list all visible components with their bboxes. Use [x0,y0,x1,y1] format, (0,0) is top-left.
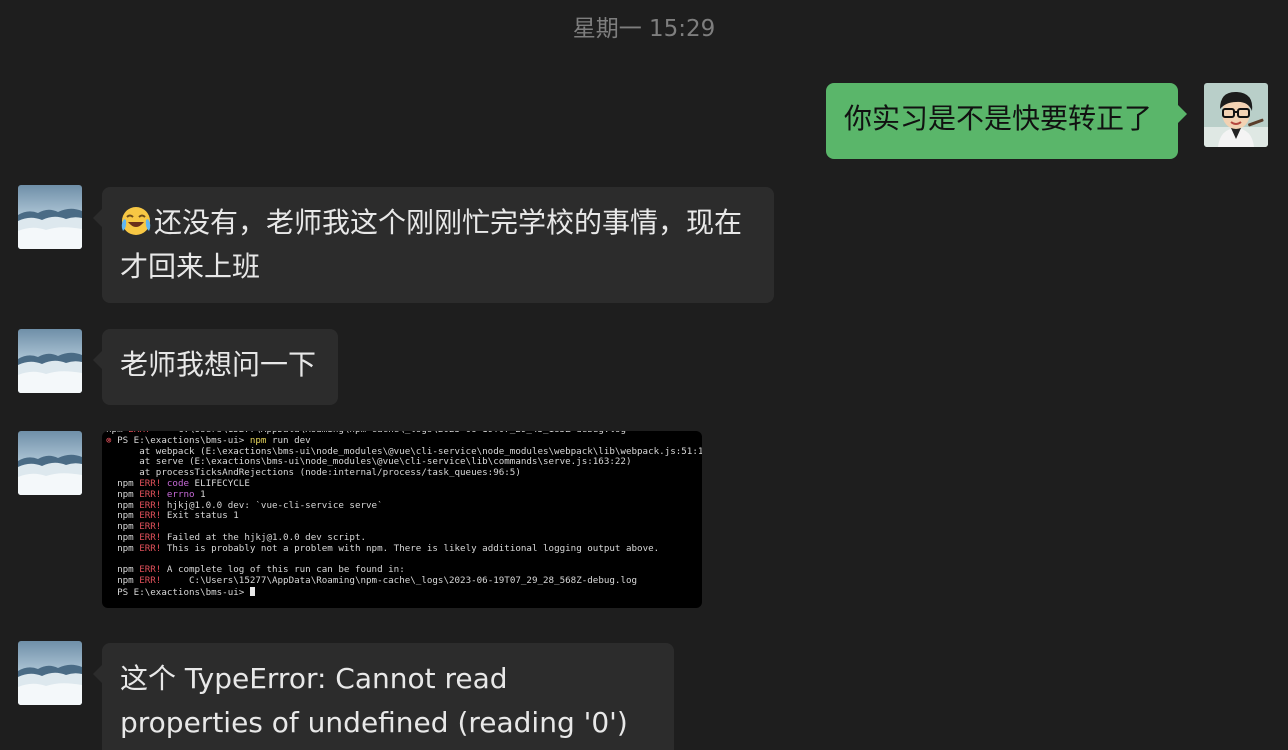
sea-of-clouds-icon [18,185,82,249]
terminal-line: at webpack (E:\exactions\bms-ui\node_mod… [106,447,702,458]
terminal-cursor [249,586,255,596]
terminal-prefix: npm [106,489,140,500]
terminal-rest: This is probably not a problem with npm.… [161,543,660,554]
terminal-rest: C:\Users\15277\AppData\Roaming\npm-cache… [150,431,626,435]
terminal-rest: ELIFECYCLE [189,478,250,489]
terminal-line: at serve (E:\exactions\bms-ui\node_modul… [106,457,702,468]
terminal-rest: at serve (E:\exactions\bms-ui\node_modul… [106,457,632,468]
terminal-key: errno [161,489,195,500]
message-bubble-incoming[interactable]: 老师我想问一下 [93,329,338,405]
terminal-line: npm ERR! errno 1 [106,490,702,501]
message-text: 你实习是不是快要转正了 [844,102,1153,135]
terminal-prefix: npm [106,543,140,554]
terminal-ps: PS E:\exactions\bms-ui> [111,435,250,446]
terminal-line: npm ERR! A complete log of this run can … [106,565,702,576]
terminal-rest: 1 [194,489,206,500]
terminal-line: npm ERR! Exit status 1 [106,511,702,522]
chat-window: 星期一 15:29 你实习是不是快要转正了 还没有，老师我这个刚刚忙完学校的事情… [0,0,1288,750]
contact-avatar[interactable] [18,185,82,249]
terminal-err: ERR! [139,565,162,576]
terminal-rest: PS E:\exactions\bms-ui> [106,586,250,598]
terminal-rest: at processTicksAndRejections (node:inter… [106,468,521,479]
terminal-prefix: npm [106,478,140,489]
terminal-err: ERR! [139,478,162,489]
terminal-prefix: npm [106,500,140,511]
terminal-line: npm ERR! [106,522,702,533]
message-text: 老师我想问一下 [120,348,317,381]
message-timestamp: 星期一 15:29 [572,16,716,42]
terminal-prefix: npm [106,511,140,522]
terminal-rest: C:\Users\15277\AppData\Roaming\npm-cache… [161,576,638,587]
terminal-err: ERR! [139,500,162,511]
terminal-line: npm ERR! code ELIFECYCLE [106,479,702,490]
sea-of-clouds-icon [18,431,82,495]
terminal-rest: Failed at the hjkj@1.0.0 dev script. [161,532,367,543]
crying-laughing-emoji-icon [120,205,152,237]
cartoon-person-icon [1204,83,1268,147]
message-bubble-outgoing[interactable]: 你实习是不是快要转正了 [826,83,1187,159]
terminal-screenshot-image[interactable]: npm ERR! C:\Users\15277\AppData\Roaming\… [102,431,702,608]
terminal-line: npm ERR! C:\Users\15277\AppData\Roaming\… [106,576,702,587]
terminal-prefix: npm [106,565,140,576]
terminal-err: ERR! [139,543,162,554]
terminal-err: ERR! [139,576,162,587]
terminal-line: npm ERR! Failed at the hjkj@1.0.0 dev sc… [106,533,702,544]
terminal-err: ERR! [139,522,162,533]
terminal-rest: at webpack (E:\exactions\bms-ui\node_mod… [106,446,702,457]
terminal-output: npm ERR! C:\Users\15277\AppData\Roaming\… [106,431,702,598]
terminal-prefix: npm [106,576,140,587]
terminal-line: ⊗ PS E:\exactions\bms-ui> npm run dev [106,436,702,447]
terminal-line: at processTicksAndRejections (node:inter… [106,468,702,479]
terminal-line: npm ERR! hjkj@1.0.0 dev: `vue-cli-servic… [106,501,702,512]
message-text: 这个 TypeError: Cannot read properties of … [120,662,628,739]
message-bubble-incoming[interactable]: 这个 TypeError: Cannot read properties of … [93,643,674,750]
terminal-prefix: npm [106,522,140,533]
message-bubble-incoming[interactable]: 还没有，老师我这个刚刚忙完学校的事情，现在才回来上班 [93,187,774,303]
terminal-err: ERR! [128,431,150,435]
terminal-rest: hjkj@1.0.0 dev: `vue-cli-service serve` [161,500,383,511]
terminal-rest: run dev [266,435,311,446]
terminal-line: npm ERR! This is probably not a problem … [106,544,702,555]
my-avatar[interactable] [1204,83,1268,147]
terminal-err: ERR! [139,489,162,500]
terminal-cmd: npm [249,435,267,446]
terminal-prefix: npm [106,431,128,435]
terminal-err: ERR! [139,511,162,522]
contact-avatar[interactable] [18,641,82,705]
contact-avatar[interactable] [18,329,82,393]
sea-of-clouds-icon [18,329,82,393]
terminal-line: PS E:\exactions\bms-ui> [106,586,702,598]
message-text: 还没有，老师我这个刚刚忙完学校的事情，现在才回来上班 [120,206,743,283]
terminal-rest: A complete log of this run can be found … [161,565,405,576]
contact-avatar[interactable] [18,431,82,495]
terminal-prefix: npm [106,532,140,543]
terminal-key: code [161,478,190,489]
sea-of-clouds-icon [18,641,82,705]
terminal-err: ERR! [139,532,162,543]
terminal-rest: Exit status 1 [161,511,239,522]
